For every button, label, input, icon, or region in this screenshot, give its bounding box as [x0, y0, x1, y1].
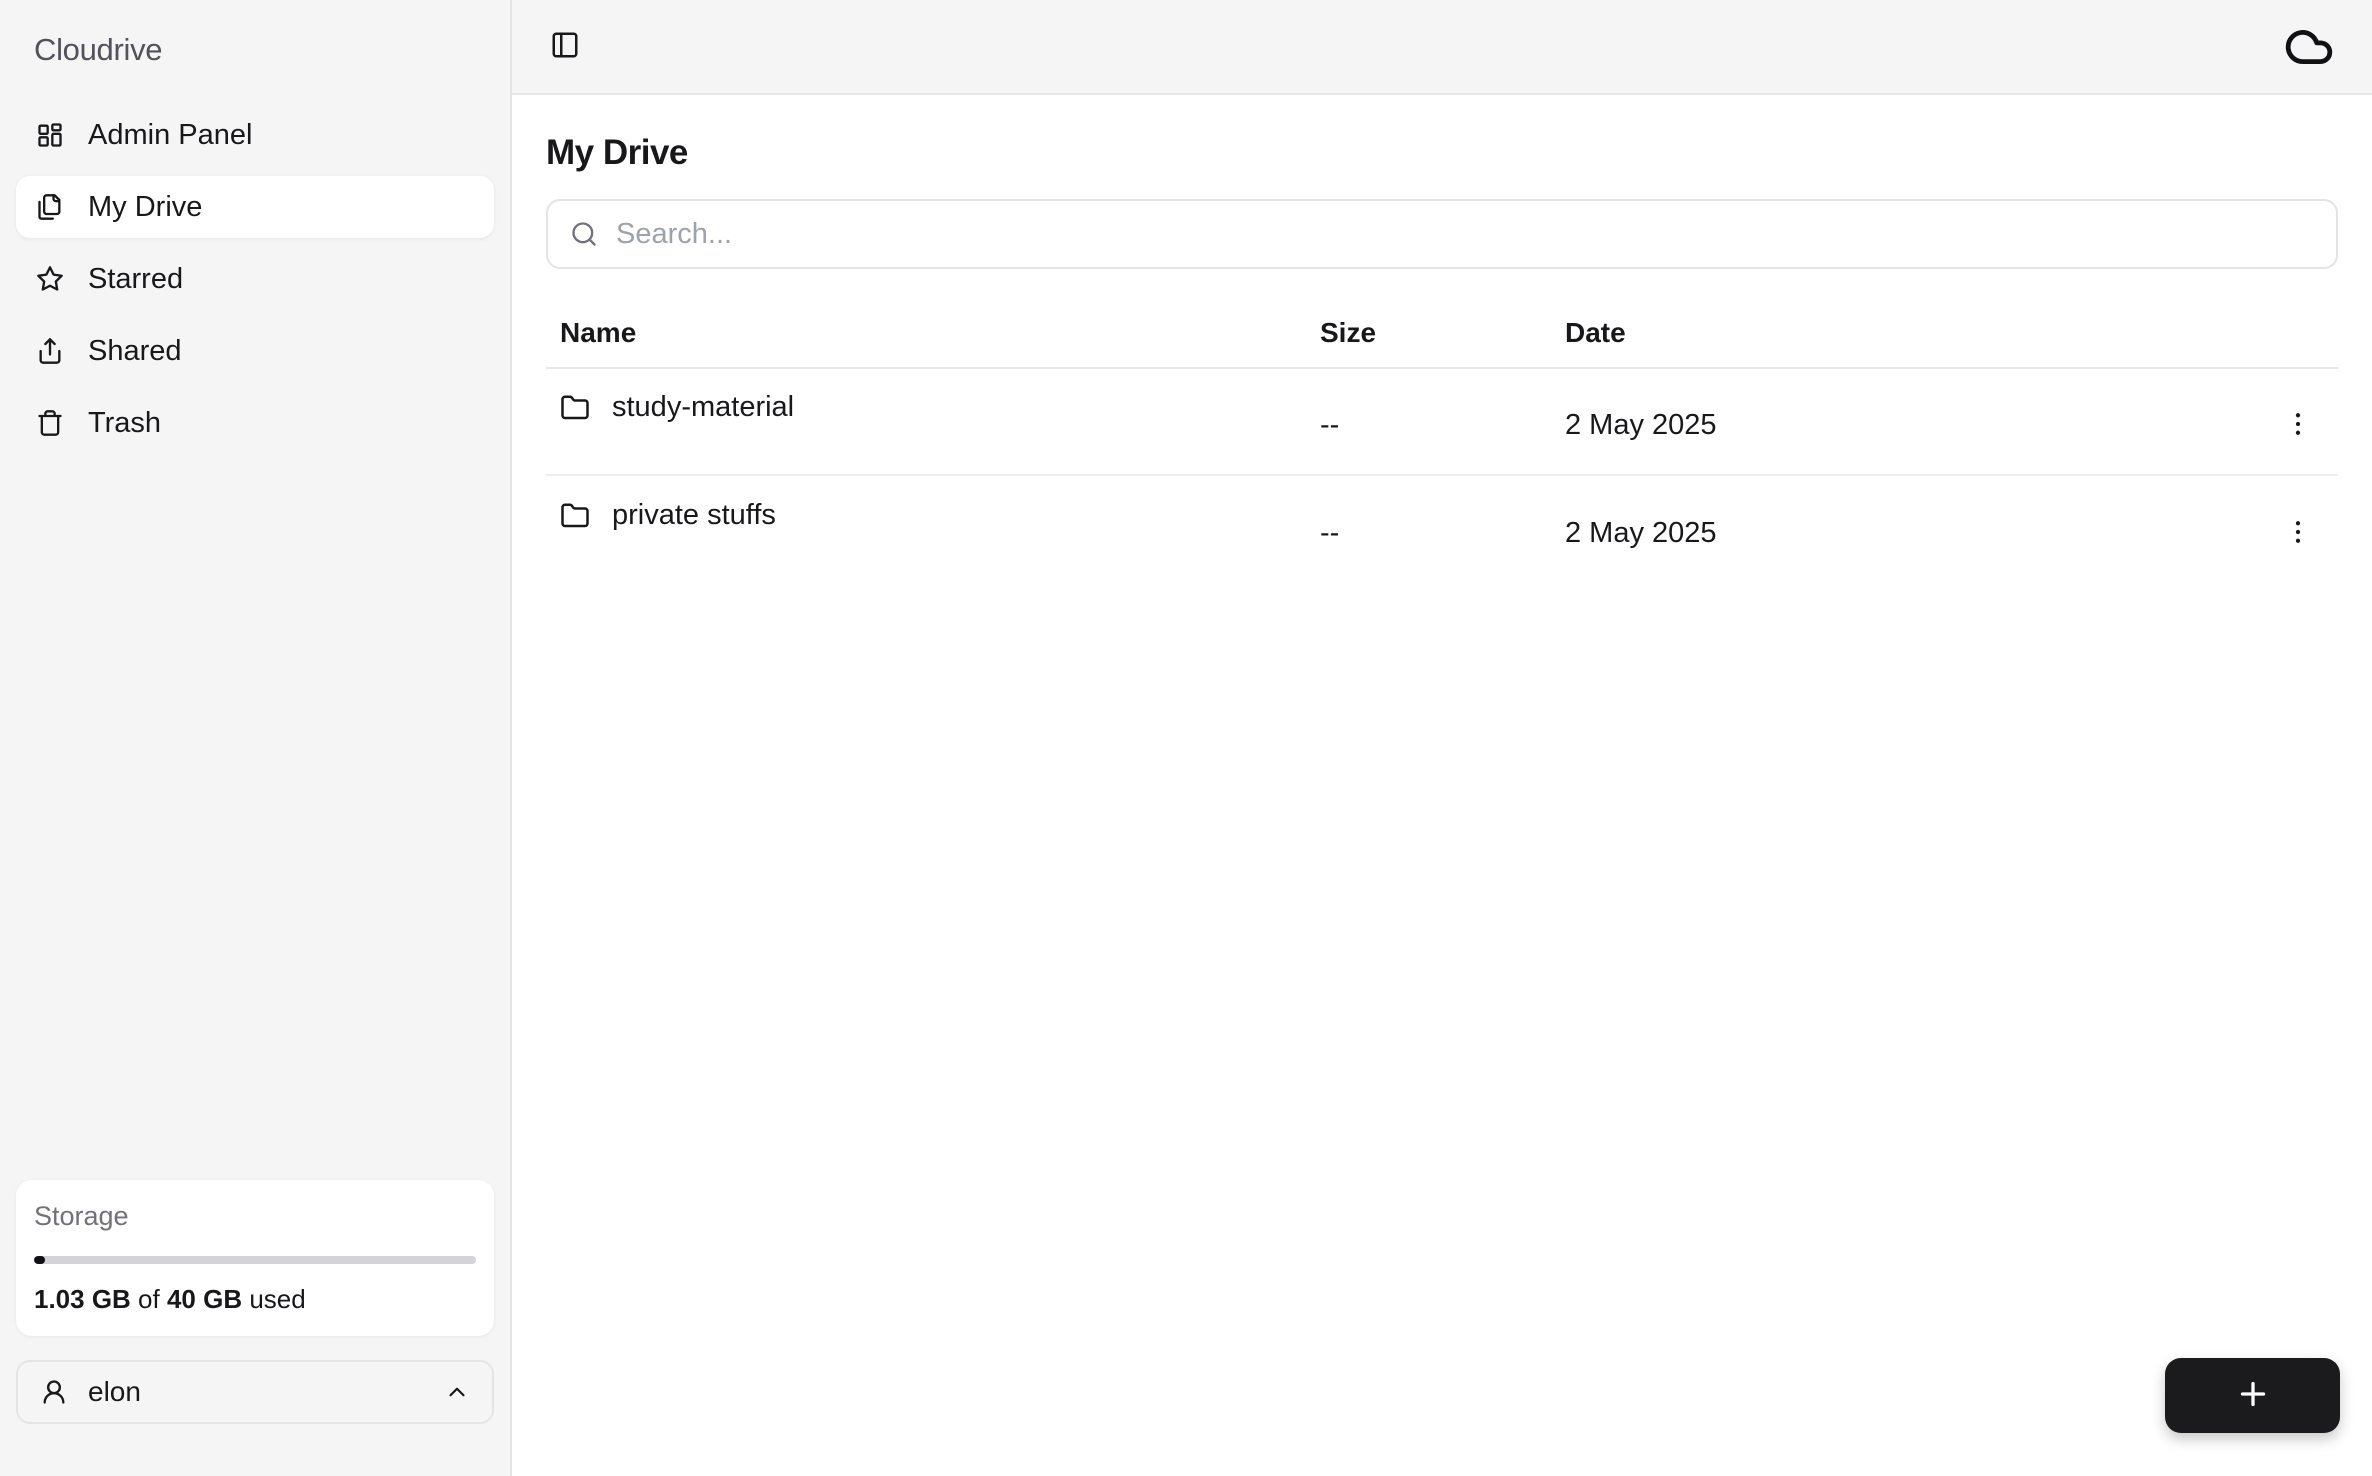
file-size: -- [1320, 409, 1340, 441]
page-title: My Drive [546, 133, 688, 172]
file-name: study-material [612, 391, 795, 423]
storage-usage-text: 1.03 GB of 40 GB used [34, 1284, 306, 1314]
sidebar-toggle-button[interactable] [546, 26, 584, 67]
dashboard-icon [36, 121, 64, 149]
sidebar-item-trash[interactable]: Trash [16, 392, 494, 454]
row-actions-button[interactable] [2272, 508, 2324, 560]
kebab-menu-icon [2283, 409, 2313, 442]
sidebar-item-admin-panel[interactable]: Admin Panel [16, 104, 494, 166]
storage-label: Storage [34, 1201, 129, 1231]
search-box [546, 199, 2338, 269]
sidebar-item-label: Admin Panel [88, 118, 253, 151]
storage-total: 40 GB [166, 1284, 243, 1314]
search-input[interactable] [616, 217, 2314, 251]
storage-progress-bar [34, 1256, 476, 1264]
sidebar-item-label: Trash [88, 406, 162, 439]
user-name: elon [88, 1376, 141, 1407]
column-header-size: Size [1320, 317, 1377, 348]
file-name-cell: private stuffs [560, 499, 1320, 532]
sidebar-item-shared[interactable]: Shared [16, 320, 494, 382]
row-actions-button[interactable] [2272, 400, 2324, 452]
sidebar-item-starred[interactable]: Starred [16, 248, 494, 310]
cloud-logo-icon [2280, 22, 2338, 72]
share-icon [36, 337, 64, 365]
folder-icon [560, 393, 590, 423]
table-row[interactable]: study-material -- 2 May 2025 [546, 369, 2338, 476]
sidebar-item-label: Starred [88, 262, 184, 295]
storage-progress-fill [34, 1256, 46, 1264]
file-date: 2 May 2025 [1565, 409, 1717, 441]
table-row[interactable]: private stuffs -- 2 May 2025 [546, 476, 2338, 583]
search-icon [570, 220, 598, 248]
file-table: Name Size Date study-material -- 2 May 2… [546, 299, 2338, 583]
file-size: -- [1320, 517, 1340, 549]
sidebar-item-label: My Drive [88, 190, 203, 223]
sidebar: Cloudrive Admin Panel My Drive Starred S… [0, 0, 512, 1476]
app-title: Cloudrive [34, 32, 163, 67]
files-icon [36, 193, 64, 221]
app-window: Cloudrive Admin Panel My Drive Starred S… [0, 0, 2372, 1476]
sidebar-nav: Admin Panel My Drive Starred Shared Tras… [16, 104, 494, 454]
column-header-name: Name [560, 317, 637, 348]
star-icon [36, 265, 64, 293]
content: My Drive Name Size Date [512, 95, 2372, 1476]
trash-icon [36, 409, 64, 437]
kebab-menu-icon [2283, 517, 2313, 550]
plus-icon [2235, 1376, 2271, 1415]
folder-icon [560, 501, 590, 531]
user-menu[interactable]: elon [16, 1360, 494, 1424]
add-new-button[interactable] [2165, 1358, 2340, 1433]
sidebar-item-my-drive[interactable]: My Drive [16, 176, 494, 238]
main-area: My Drive Name Size Date [512, 0, 2372, 1476]
panel-left-icon [550, 30, 580, 63]
file-date: 2 May 2025 [1565, 517, 1717, 549]
file-name: private stuffs [612, 499, 776, 531]
storage-used: 1.03 GB [34, 1284, 131, 1314]
sidebar-footer: Storage 1.03 GB of 40 GB used elon [16, 1180, 494, 1424]
table-header: Name Size Date [546, 299, 2338, 369]
storage-card: Storage 1.03 GB of 40 GB used [16, 1180, 494, 1336]
topbar [512, 0, 2372, 95]
chevron-up-icon [444, 1379, 470, 1405]
user-icon [40, 1378, 68, 1406]
file-name-cell: study-material [560, 391, 1320, 424]
column-header-date: Date [1565, 317, 1626, 348]
sidebar-item-label: Shared [88, 334, 182, 367]
